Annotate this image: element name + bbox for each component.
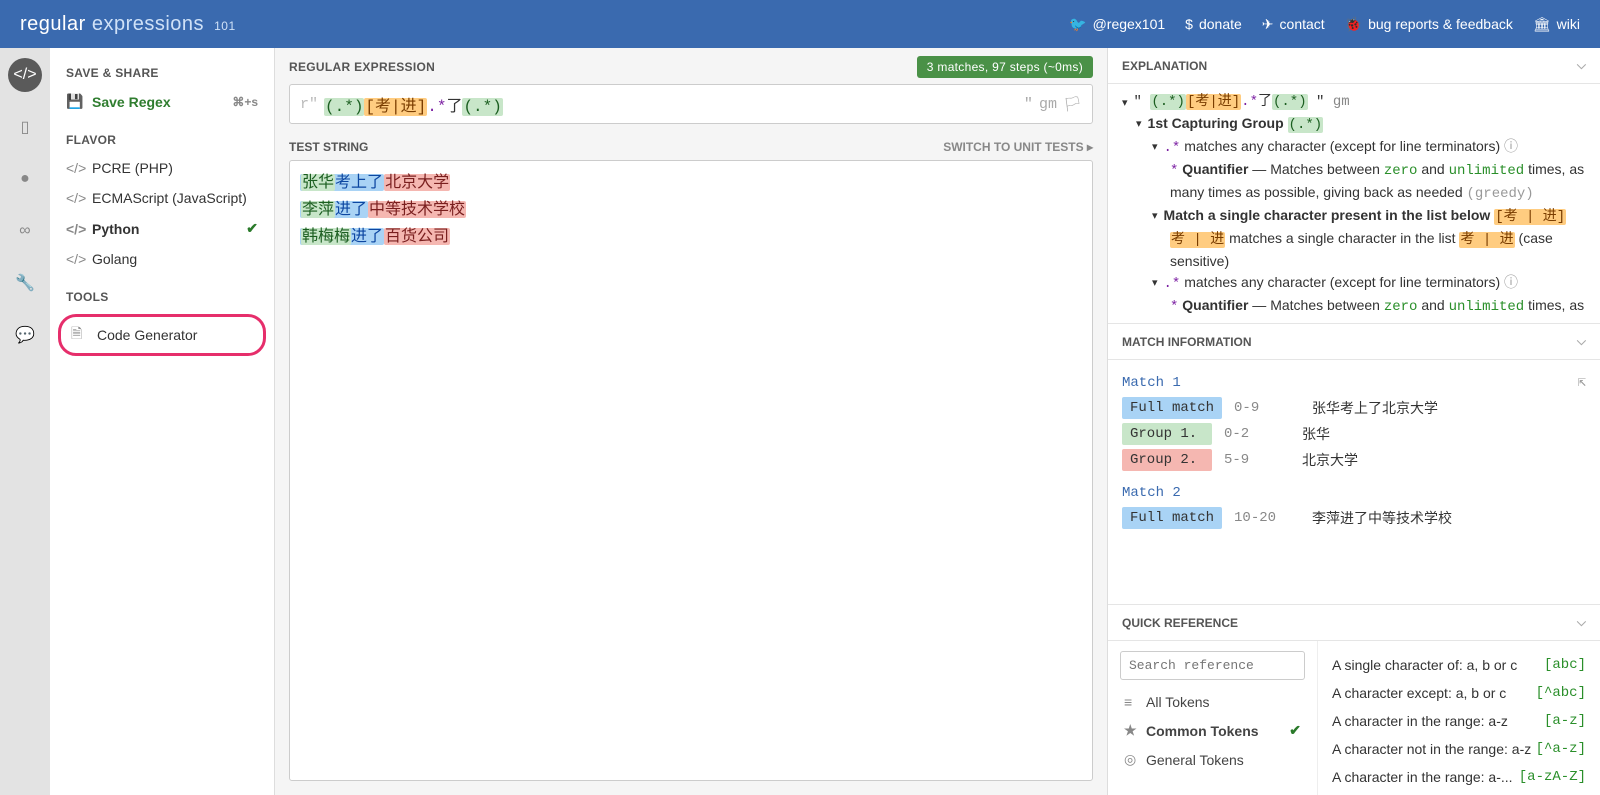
code-generator-button[interactable]: 🗎 Code Generator (58, 314, 266, 356)
header-links: 🐦@regex101 $donate ✈contact 🐞bug reports… (1069, 16, 1580, 33)
rail-settings-icon[interactable]: 🔧 (8, 266, 42, 300)
rail-chat-icon[interactable]: 💬 (8, 318, 42, 352)
test-string-input[interactable]: 张华考上了北京大学 李萍进了中等技术学校 韩梅梅进了百货公司 (289, 160, 1093, 781)
match-row: Group 2.5-9北京大学 (1122, 449, 1586, 471)
editor-column: REGULAR EXPRESSION 3 matches, 97 steps (… (275, 48, 1108, 795)
regex-body: (.*)[考|进].*了(.*) (324, 92, 1018, 116)
qr-token-row[interactable]: A single character of: a, b or c[abc] (1332, 651, 1586, 679)
code-icon: </> (66, 251, 86, 267)
link-donate[interactable]: $donate (1185, 16, 1242, 32)
code-icon: </> (66, 190, 86, 206)
match-info-panel: Match 1⇱ Full match0-9张华考上了北京大学 Group 1.… (1108, 360, 1600, 605)
match-row: Full match0-9张华考上了北京大学 (1122, 397, 1586, 419)
link-twitter[interactable]: 🐦@regex101 (1069, 16, 1165, 33)
flavor-ecmascript[interactable]: </> ECMAScript (JavaScript) (50, 183, 274, 213)
test-line: 张华考上了北京大学 (300, 169, 1082, 196)
save-kbd: ⌘+s (232, 95, 258, 109)
dollar-icon: $ (1185, 16, 1193, 32)
list-icon: ≡ (1124, 694, 1146, 710)
logo-light: expressions (92, 13, 204, 35)
sidebar: SAVE & SHARE 💾 Save Regex ⌘+s FLAVOR </>… (50, 48, 275, 795)
link-contact[interactable]: ✈contact (1262, 16, 1325, 33)
regex-flags[interactable]: " gm 🏳 (1024, 95, 1082, 114)
test-line: 李萍进了中等技术学校 (300, 196, 1082, 223)
link-wiki[interactable]: 🏛wiki (1533, 16, 1580, 33)
quickref-tokens: A single character of: a, b or c[abc] A … (1318, 641, 1600, 795)
flag-icon: 🏳 (1063, 95, 1082, 114)
section-save-share: SAVE & SHARE (50, 60, 274, 86)
section-tools: TOOLS (50, 284, 274, 310)
rail-regex-icon[interactable]: </> (8, 58, 42, 92)
flavor-pcre[interactable]: </> PCRE (PHP) (50, 153, 274, 183)
logo-sub: 101 (214, 19, 236, 33)
search-input[interactable] (1120, 651, 1305, 680)
rail-user-icon[interactable]: ● (8, 162, 42, 196)
quickref-categories: ≡All Tokens ★Common Tokens✔ ◎General Tok… (1108, 641, 1318, 795)
match-title: Match 1⇱ (1122, 374, 1586, 391)
right-column: EXPLANATION ⌵ ▾ " (.*)[考|进].*了(.*) " gm … (1108, 48, 1600, 795)
code-icon: </> (66, 221, 86, 237)
explanation-panel: ▾ " (.*)[考|进].*了(.*) " gm ▾ 1st Capturin… (1108, 84, 1600, 324)
switch-unit-tests[interactable]: SWITCH TO UNIT TESTS ▸ (943, 140, 1093, 154)
rail-library-icon[interactable]: ▯ (8, 110, 42, 144)
target-icon: ◎ (1124, 751, 1146, 768)
regex-prefix: r" (300, 96, 318, 113)
bug-icon: 🐞 (1345, 16, 1362, 33)
section-flavor: FLAVOR (50, 127, 274, 153)
qr-cat-general[interactable]: ◎General Tokens (1120, 745, 1305, 774)
chevron-down-icon[interactable]: ⌵ (1577, 334, 1586, 349)
wiki-icon: 🏛 (1533, 16, 1551, 33)
logo-main: regular (20, 13, 86, 35)
match-row: Full match10-20李萍进了中等技术学校 (1122, 507, 1586, 529)
app-header: regular expressions 101 🐦@regex101 $dona… (0, 0, 1600, 48)
regex-title: REGULAR EXPRESSION (289, 60, 435, 74)
match-badge: 3 matches, 97 steps (~0ms) (917, 56, 1093, 78)
send-icon: ✈ (1262, 16, 1274, 33)
qr-cat-all[interactable]: ≡All Tokens (1120, 688, 1305, 716)
explanation-title: EXPLANATION (1122, 59, 1207, 73)
code-icon: </> (66, 160, 86, 176)
qr-token-row[interactable]: A character in the range: a-z[a-z] (1332, 707, 1586, 735)
qr-cat-common[interactable]: ★Common Tokens✔ (1120, 716, 1305, 745)
match-row: Group 1.0-2张华 (1122, 423, 1586, 445)
logo[interactable]: regular expressions 101 (20, 13, 236, 36)
flavor-golang[interactable]: </> Golang (50, 244, 274, 274)
chevron-down-icon[interactable]: ⌵ (1577, 58, 1586, 73)
match-info-title: MATCH INFORMATION (1122, 335, 1252, 349)
qr-token-row[interactable]: A character not in the range: a-z[^a-z] (1332, 735, 1586, 763)
check-icon: ✔ (246, 220, 258, 237)
qr-token-row[interactable]: A character in the range: a-...[a-zA-Z] (1332, 763, 1586, 791)
save-regex-button[interactable]: 💾 Save Regex ⌘+s (50, 86, 274, 117)
twitter-icon: 🐦 (1069, 16, 1086, 33)
rail-link-icon[interactable]: ∞ (8, 214, 42, 248)
flavor-python[interactable]: </> Python ✔ (50, 213, 274, 244)
test-line: 韩梅梅进了百货公司 (300, 223, 1082, 250)
match-title: Match 2 (1122, 485, 1586, 501)
chevron-down-icon[interactable]: ⌵ (1577, 615, 1586, 630)
link-bugs[interactable]: 🐞bug reports & feedback (1345, 16, 1513, 33)
qr-token-row[interactable]: A character except: a, b or c[^abc] (1332, 679, 1586, 707)
star-icon: ★ (1124, 722, 1146, 739)
test-title: TEST STRING (289, 140, 368, 154)
regex-input[interactable]: r" (.*)[考|进].*了(.*) " gm 🏳 (289, 84, 1093, 124)
check-icon: ✔ (1289, 722, 1301, 739)
save-icon: 💾 (66, 93, 86, 110)
code-gen-icon: 🗎 (71, 323, 91, 347)
export-icon[interactable]: ⇱ (1578, 374, 1586, 391)
icon-rail: </> ▯ ● ∞ 🔧 💬 (0, 48, 50, 795)
quickref-title: QUICK REFERENCE (1122, 616, 1238, 630)
